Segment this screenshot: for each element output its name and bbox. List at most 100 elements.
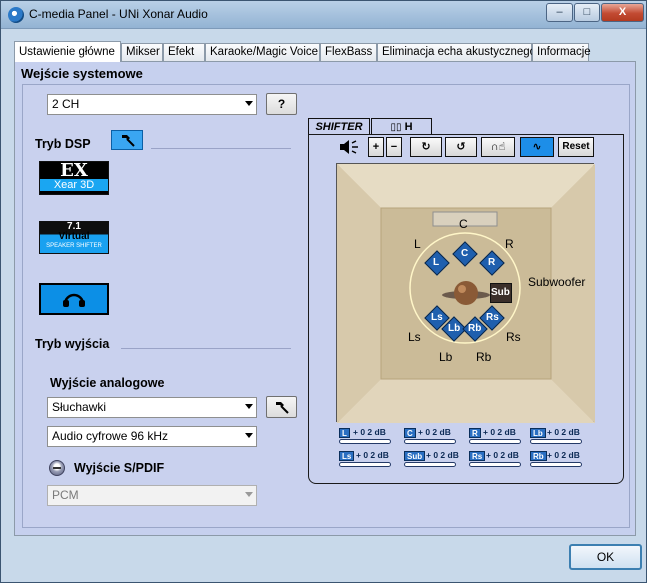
speaker-label-lb: Lb <box>439 350 453 364</box>
chevron-down-icon <box>245 404 253 409</box>
level-slider[interactable] <box>339 462 391 467</box>
level-value: + 0 2 dB <box>547 427 580 437</box>
level-tag: Ls <box>339 451 355 461</box>
channel-select[interactable]: 2 CH <box>47 94 257 115</box>
title-bar[interactable]: C-media Panel - UNi Xonar Audio – □ X <box>1 1 646 29</box>
dsp-settings-button[interactable] <box>111 130 143 150</box>
level-tag: Rs <box>469 451 486 461</box>
maximize-button[interactable]: □ <box>574 3 600 22</box>
virtual-speaker-shifter-tile[interactable]: 7.1 Virtual SPEAKER SHIFTER <box>39 221 109 254</box>
tab-h[interactable]: ▯▯ H <box>371 118 432 135</box>
level-tag: R <box>469 428 481 438</box>
minimize-button[interactable]: – <box>546 3 573 22</box>
help-button[interactable]: ? <box>266 93 297 115</box>
chevron-down-icon <box>245 101 253 106</box>
auto-rotate-button[interactable]: ∿ <box>520 137 554 157</box>
node-label-r: R <box>488 257 496 268</box>
level-slider[interactable] <box>530 462 582 467</box>
level-value: + 0 2 dB <box>418 427 451 437</box>
reset-button[interactable]: Reset <box>558 137 594 157</box>
analog-output-select[interactable]: Słuchawki <box>47 397 257 418</box>
window-title: C-media Panel - UNi Xonar Audio <box>29 7 208 21</box>
tab-effect[interactable]: Efekt <box>163 43 205 61</box>
level-slider[interactable] <box>404 462 456 467</box>
rotate-counterclockwise-button[interactable]: ↺ <box>445 137 477 157</box>
node-label-sub: Sub <box>491 287 510 298</box>
tab-main-settings[interactable]: Ustawienie główne <box>14 41 121 62</box>
level-value: + 0 2 dB <box>353 427 386 437</box>
speaker-label-ls: Ls <box>408 330 421 344</box>
analog-output-settings-button[interactable] <box>266 396 297 418</box>
level-control-lb[interactable]: Lb + 0 2 dB <box>530 427 588 445</box>
speaker-label-subwoofer: Subwoofer <box>528 275 586 289</box>
tab-h-label: H <box>404 121 413 133</box>
speaker-label-r: R <box>505 237 514 251</box>
main-window: C-media Panel - UNi Xonar Audio – □ X Us… <box>0 0 647 583</box>
chevron-down-icon <box>245 433 253 438</box>
level-value: + 0 2 dB <box>483 427 516 437</box>
book-icon: ▯▯ <box>390 122 402 133</box>
minus-icon: − <box>390 141 398 153</box>
cmedia-app-icon <box>8 7 24 23</box>
analog-output-value: Słuchawki <box>52 400 107 414</box>
zoom-out-button[interactable]: − <box>386 137 402 157</box>
node-label-c: C <box>461 248 469 259</box>
wave-icon: ∿ <box>532 141 542 153</box>
tab-echo-cancellation[interactable]: Eliminacja echa akustycznego <box>377 43 536 61</box>
analog-output-label: Wyjście analogowe <box>50 376 165 390</box>
level-slider[interactable] <box>339 439 391 444</box>
level-tag: Sub <box>404 451 426 461</box>
level-slider[interactable] <box>404 439 456 444</box>
virtual-label: Virtual <box>58 231 90 242</box>
headphone-mode-tile[interactable] <box>39 283 109 315</box>
level-control-l[interactable]: L + 0 2 dB <box>339 427 397 445</box>
ok-button[interactable]: OK <box>569 544 642 570</box>
level-control-r[interactable]: R + 0 2 dB <box>469 427 527 445</box>
level-tag: Rb <box>530 451 547 461</box>
tab-information[interactable]: Informacje <box>532 43 591 61</box>
headphone-rotate-button[interactable]: ∩☝ <box>481 137 515 157</box>
node-label-lb: Lb <box>448 323 461 334</box>
chevron-down-icon <box>245 492 253 497</box>
close-button[interactable]: X <box>601 3 644 22</box>
spdif-output-label: Wyjście S/PDIF <box>74 461 165 475</box>
output-mode-label: Tryb wyjścia <box>35 337 110 351</box>
xear-label: Xear 3D <box>40 179 108 191</box>
speaker-label-rs: Rs <box>506 330 521 344</box>
level-control-c[interactable]: C + 0 2 dB <box>404 427 462 445</box>
hammer-icon <box>122 135 135 147</box>
level-control-rs[interactable]: Rs + 0 2 dB <box>469 450 527 468</box>
speaker-shifter-label: SPEAKER SHIFTER <box>46 243 102 249</box>
speaker-label-rb: Rb <box>476 350 492 364</box>
divider <box>121 348 291 349</box>
level-control-sub[interactable]: Sub + 0 2 dB <box>404 450 462 468</box>
spdif-toggle-icon[interactable] <box>49 460 65 476</box>
level-tag: C <box>404 428 416 438</box>
volume-icon[interactable] <box>339 139 361 157</box>
channel-select-value: 2 CH <box>52 97 80 111</box>
level-value: + 0 2 dB <box>356 450 389 460</box>
rotate-clockwise-button[interactable]: ↻ <box>410 137 442 157</box>
level-slider[interactable] <box>469 439 521 444</box>
level-slider[interactable] <box>530 439 582 444</box>
listener-head-icon <box>441 279 491 307</box>
level-slider[interactable] <box>469 462 521 467</box>
digital-format-select[interactable]: Audio cyfrowe 96 kHz <box>47 426 257 447</box>
section-title-system-input: Wejście systemowe <box>21 66 143 81</box>
tab-karaoke[interactable]: Karaoke/Magic Voice <box>205 43 320 61</box>
xear-3d-tile[interactable]: EX Xear 3D <box>39 161 109 195</box>
divider <box>151 148 291 149</box>
hammer-icon <box>275 402 289 414</box>
zoom-in-button[interactable]: + <box>368 137 384 157</box>
tab-flexbass[interactable]: FlexBass <box>320 43 377 61</box>
level-control-rb[interactable]: Rb + 0 2 dB <box>530 450 588 468</box>
tab-mixer[interactable]: Mikser <box>121 43 163 61</box>
node-label-ls: Ls <box>431 312 443 323</box>
tab-shifter[interactable]: SHIFTER <box>308 118 370 135</box>
digital-format-value: Audio cyfrowe 96 kHz <box>52 429 169 443</box>
level-control-ls[interactable]: Ls + 0 2 dB <box>339 450 397 468</box>
spdif-format-select[interactable]: PCM <box>47 485 257 506</box>
headphone-icon <box>63 293 85 307</box>
plus-icon: + <box>372 141 380 153</box>
headphone-rotate-icon: ∩☝ <box>490 141 506 153</box>
